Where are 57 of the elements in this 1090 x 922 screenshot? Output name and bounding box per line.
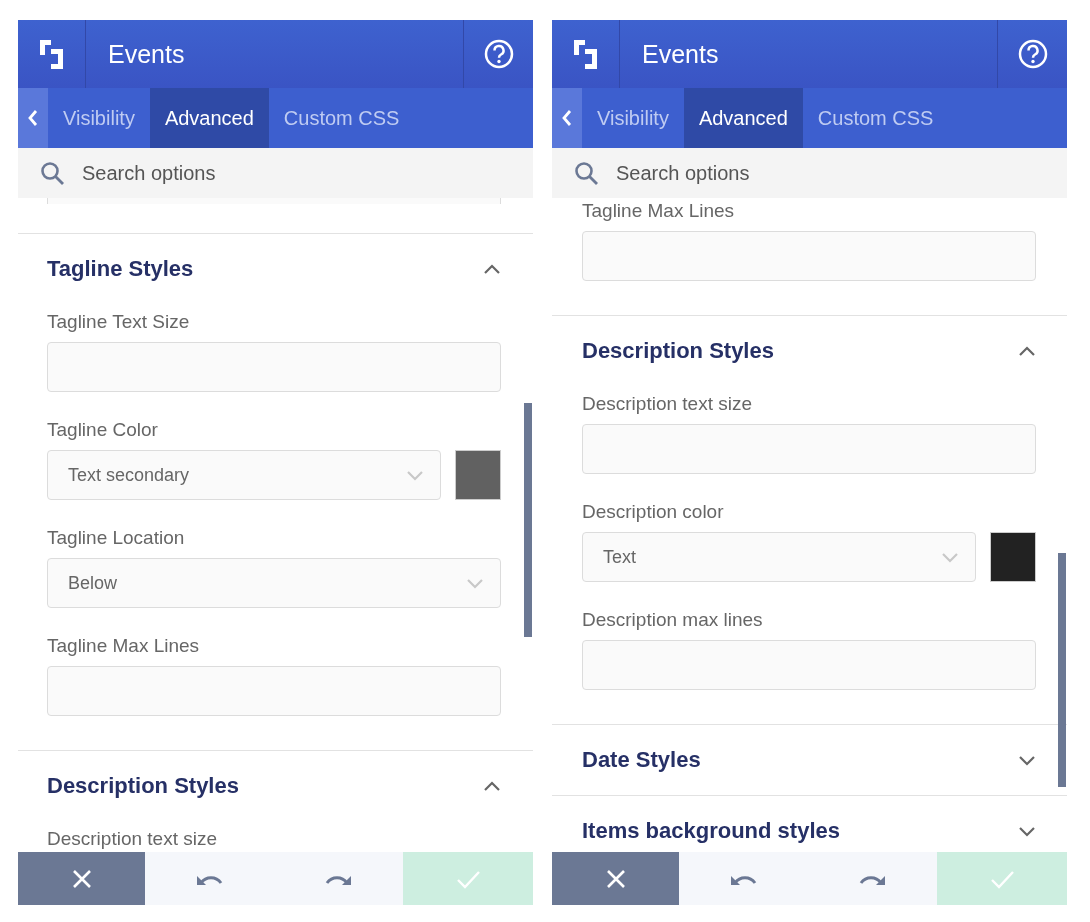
field-label: Tagline Max Lines [47,635,201,656]
dropdown[interactable]: Text secondary [47,450,441,500]
scrollbar[interactable] [1058,553,1066,787]
color-swatch[interactable] [455,450,501,500]
close-icon [71,868,92,889]
tab[interactable]: Visibility [48,88,150,148]
tab[interactable]: Custom CSS [802,88,949,148]
search-icon [574,161,598,185]
dropdown[interactable]: Below [47,558,501,608]
confirm-button[interactable] [403,852,533,905]
tab[interactable]: Visibility [582,88,684,148]
tab[interactable]: Custom CSS [268,88,415,148]
field-label: Description max lines [582,609,764,630]
field-label: Tagline Max Lines [582,200,736,221]
section-title: Tagline Styles [47,256,194,282]
confirm-button[interactable] [937,852,1067,905]
color-swatch[interactable] [990,532,1036,582]
input-field[interactable] [582,231,1036,281]
field-label: Tagline Location [47,527,186,548]
back-button[interactable] [18,88,48,148]
chevron-down-icon [466,576,484,590]
dropdown[interactable]: Text [582,532,976,582]
close-icon [605,868,626,889]
panel-title: Events [641,39,720,69]
panel-title: Events [107,39,186,69]
undo-button[interactable] [145,852,274,905]
section-title: Description Styles [582,338,774,364]
field-label: Tagline Color [47,419,159,440]
input-field[interactable] [582,424,1036,474]
section-title: Description Styles [47,773,239,799]
tab[interactable]: Advanced [683,88,803,148]
section-title: Items background styles [582,818,840,844]
redo-button[interactable] [274,852,403,905]
search-field[interactable]: Search options [552,148,1067,198]
back-button[interactable] [552,88,582,148]
field-label: Description color [582,501,725,522]
search-icon [40,161,64,185]
input-field[interactable] [582,640,1036,690]
tab[interactable]: Advanced [149,88,269,148]
section-title: Date Styles [582,747,701,773]
search-field[interactable]: Search options [18,148,533,198]
redo-button[interactable] [808,852,937,905]
chevron-down-icon [406,468,424,482]
help-icon [1017,39,1048,69]
input-field[interactable] [47,666,501,716]
chevron-left-icon [561,109,573,127]
scrollbar[interactable] [524,403,532,637]
field-label: Tagline Text Size [47,311,191,332]
field-label: Description text size [582,393,753,414]
cancel-button[interactable] [552,852,679,905]
help-icon [483,39,514,69]
field-label: Description text size [47,828,218,849]
chevron-down-icon [941,550,959,564]
chevron-left-icon [27,109,39,127]
input-field[interactable] [47,342,501,392]
cancel-button[interactable] [18,852,145,905]
undo-button[interactable] [679,852,808,905]
